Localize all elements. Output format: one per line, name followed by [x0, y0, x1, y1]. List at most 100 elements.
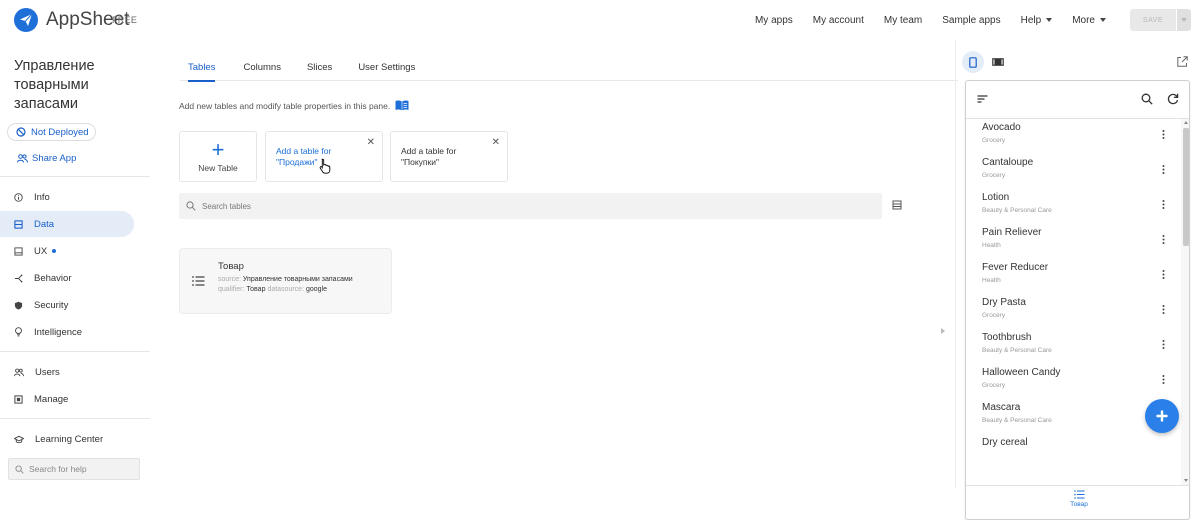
new-table-label: New Table	[198, 162, 238, 173]
sidebar-item-ux[interactable]: UX	[0, 238, 134, 264]
pane-description-text: Add new tables and modify table properti…	[179, 100, 391, 111]
more-options-icon[interactable]	[1162, 305, 1165, 314]
pane-description: Add new tables and modify table properti…	[179, 100, 409, 111]
nav-help-menu[interactable]: Help	[1021, 15, 1053, 26]
share-app-link[interactable]: Share App	[17, 153, 76, 164]
more-options-icon[interactable]	[1162, 130, 1165, 139]
sidebar-item-manage[interactable]: Manage	[0, 386, 134, 412]
refresh-icon[interactable]	[1167, 93, 1179, 105]
phone-preview: Avocado Grocery Cantaloupe Grocery Lotio…	[965, 80, 1190, 520]
help-search-input[interactable]: Search for help	[8, 458, 140, 480]
list-item[interactable]: Cantaloupe Grocery	[966, 154, 1181, 189]
suggestion-label: Add a table for "Покупки"	[401, 146, 457, 167]
item-category: Beauty & Personal Care	[982, 347, 1052, 354]
sidebar-item-behavior[interactable]: Behavior	[0, 265, 134, 291]
item-name: Toothbrush	[982, 332, 1032, 343]
list-item[interactable]: Fever Reducer Health	[966, 259, 1181, 294]
book-icon[interactable]	[395, 100, 409, 111]
source-value: Управление товарными запасами	[242, 276, 353, 283]
scroll-down-arrow-icon[interactable]	[1184, 479, 1188, 482]
appsheet-logo-icon[interactable]	[14, 8, 38, 32]
manage-icon	[14, 394, 23, 404]
sidebar-item-learning-center[interactable]: Learning Center	[0, 426, 134, 452]
view-toggle-icon[interactable]	[892, 200, 902, 210]
save-options-button[interactable]	[1177, 9, 1191, 31]
collapse-preview-handle[interactable]	[941, 328, 945, 334]
data-icon	[14, 219, 23, 229]
search-icon[interactable]	[1141, 93, 1153, 105]
more-options-icon[interactable]	[1162, 235, 1165, 244]
suggestion-label: Add a table for "Продажи"	[276, 146, 332, 167]
scroll-up-arrow-icon[interactable]	[1184, 121, 1188, 124]
new-table-button[interactable]: + New Table	[179, 131, 257, 182]
datasource-key: datasource:	[267, 285, 305, 293]
caret-down-icon	[1046, 18, 1053, 22]
plan-badge: FREE	[112, 15, 138, 25]
save-button[interactable]: SAVE	[1130, 9, 1176, 31]
sidebar-item-intelligence[interactable]: Intelligence	[0, 319, 134, 345]
add-item-fab-button[interactable]	[1145, 399, 1179, 433]
more-options-icon[interactable]	[1162, 200, 1165, 209]
list-scrollbar[interactable]	[1181, 119, 1189, 485]
list-item[interactable]: Dry cereal	[966, 434, 1181, 469]
list-item[interactable]: Avocado Grocery	[966, 119, 1181, 154]
shield-icon	[14, 301, 23, 309]
tablet-preview-button[interactable]	[987, 51, 1009, 73]
close-icon[interactable]: ✕	[367, 137, 375, 148]
table-metadata: source: Управление товарными запасами qu…	[218, 275, 378, 294]
sidebar-item-security[interactable]: Security	[0, 292, 134, 318]
item-category: Grocery	[982, 312, 1006, 319]
item-name: Fever Reducer	[982, 262, 1049, 273]
item-category: Health	[982, 242, 1001, 249]
item-category: Beauty & Personal Care	[982, 417, 1052, 424]
item-name: Pain Reliever	[982, 227, 1042, 238]
table-list-icon	[192, 276, 205, 286]
share-users-icon	[17, 154, 28, 163]
lightbulb-icon	[15, 327, 22, 337]
tab-slices[interactable]: Slices	[307, 57, 332, 81]
sidebar-item-info[interactable]: Info	[0, 184, 134, 210]
nav-my-apps[interactable]: My apps	[755, 15, 793, 26]
tab-user-settings[interactable]: User Settings	[358, 57, 415, 81]
nav-sample-apps[interactable]: Sample apps	[942, 15, 1000, 26]
caret-down-icon	[1181, 18, 1187, 22]
table-card-tovar[interactable]: Товар source: Управление товарными запас…	[179, 248, 392, 314]
top-navigation: My apps My account My team Sample apps H…	[755, 0, 1200, 40]
mobile-preview-button[interactable]	[962, 51, 984, 73]
sort-icon[interactable]	[977, 95, 988, 103]
sidebar-item-data[interactable]: Data	[0, 211, 134, 237]
sidebar-divider	[0, 176, 150, 177]
list-item[interactable]: Lotion Beauty & Personal Care	[966, 189, 1181, 224]
list-item[interactable]: Toothbrush Beauty & Personal Care	[966, 329, 1181, 364]
nav-label: Sample apps	[942, 14, 1001, 26]
sidebar: Управление товарными запасами Not Deploy…	[0, 40, 150, 488]
tablet-icon	[992, 58, 1004, 66]
list-item[interactable]: Dry Pasta Grocery	[966, 294, 1181, 329]
scrollbar-thumb[interactable]	[1183, 128, 1189, 246]
table-search-input[interactable]: Search tables	[179, 193, 882, 219]
sidebar-item-label: Security	[34, 299, 69, 311]
nav-tab-label: Товар	[1070, 501, 1088, 508]
open-external-icon[interactable]	[1177, 56, 1188, 67]
tab-tables[interactable]: Tables	[188, 57, 216, 82]
more-options-icon[interactable]	[1162, 270, 1165, 279]
nav-tab-tovar[interactable]: Товар	[1064, 490, 1094, 519]
tab-columns[interactable]: Columns	[243, 57, 281, 81]
sidebar-item-users[interactable]: Users	[0, 359, 134, 385]
more-options-icon[interactable]	[1162, 165, 1165, 174]
add-table-suggestion-purchases[interactable]: Add a table for "Покупки" ✕	[390, 131, 508, 182]
list-item[interactable]: Halloween Candy Grocery	[966, 364, 1181, 399]
table-name: Товар	[218, 261, 244, 272]
add-table-suggestion-sales[interactable]: Add a table for "Продажи" ✕	[265, 131, 383, 182]
more-options-icon[interactable]	[1162, 340, 1165, 349]
deploy-status-chip[interactable]: Not Deployed	[7, 123, 96, 141]
list-item[interactable]: Pain Reliever Health	[966, 224, 1181, 259]
phone-icon	[969, 56, 977, 68]
close-icon[interactable]: ✕	[492, 137, 500, 148]
sidebar-item-label: Users	[35, 366, 60, 378]
nav-my-account[interactable]: My account	[813, 15, 864, 26]
more-options-icon[interactable]	[1162, 375, 1165, 384]
nav-my-team[interactable]: My team	[884, 15, 922, 26]
nav-more-menu[interactable]: More	[1072, 15, 1106, 26]
sidebar-item-label: Intelligence	[34, 326, 83, 338]
